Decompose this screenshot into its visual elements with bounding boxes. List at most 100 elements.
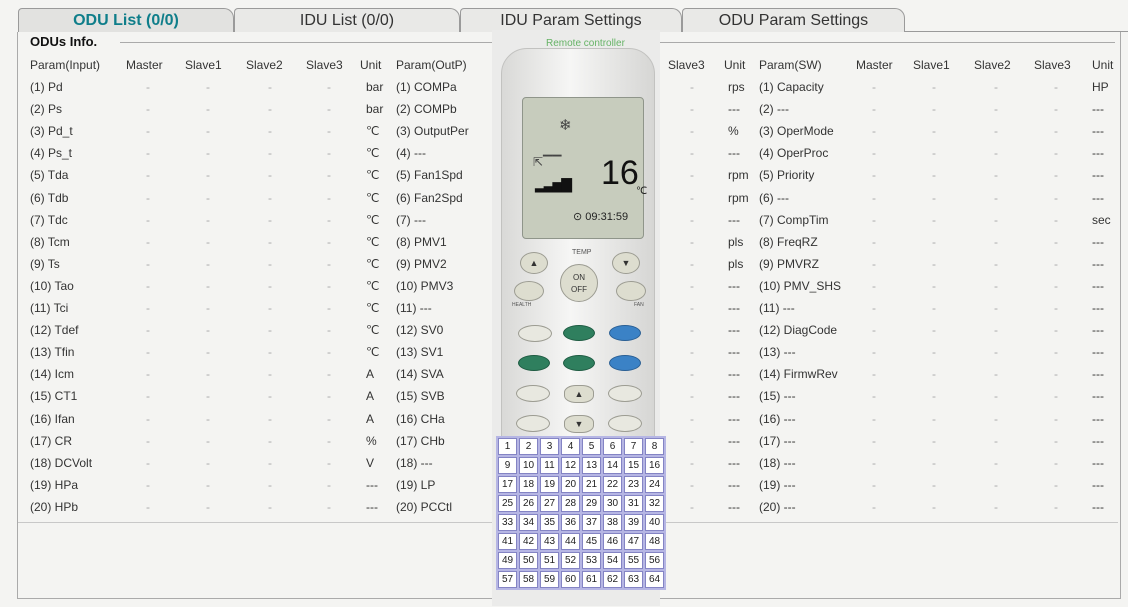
- remote-key-button[interactable]: 1: [498, 438, 517, 455]
- remote-key-button[interactable]: 52: [561, 552, 580, 569]
- remote-key-button[interactable]: 54: [603, 552, 622, 569]
- input-value: -: [268, 499, 272, 514]
- sleep-button[interactable]: [518, 355, 550, 371]
- remote-key-button[interactable]: 12: [561, 457, 580, 474]
- remote-key-button[interactable]: 25: [498, 495, 517, 512]
- remote-key-button[interactable]: 23: [624, 476, 643, 493]
- power-button[interactable]: ON OFF: [560, 264, 598, 302]
- remote-key-button[interactable]: 56: [645, 552, 664, 569]
- output-param-label: (15) SVB: [396, 389, 445, 404]
- remote-key-button[interactable]: 6: [603, 438, 622, 455]
- remote-key-button[interactable]: 53: [582, 552, 601, 569]
- remote-key-button[interactable]: 30: [603, 495, 622, 512]
- turbo-button[interactable]: [516, 415, 550, 432]
- remote-key-button[interactable]: 24: [645, 476, 664, 493]
- remote-key-button[interactable]: 49: [498, 552, 517, 569]
- remote-key-button[interactable]: 42: [519, 533, 538, 550]
- remote-key-button[interactable]: 13: [582, 457, 601, 474]
- remote-key-button[interactable]: 16: [645, 457, 664, 474]
- remote-key-button[interactable]: 38: [603, 514, 622, 531]
- remote-key-button[interactable]: 7: [624, 438, 643, 455]
- remote-key-button[interactable]: 61: [582, 571, 601, 588]
- sw-value: -: [994, 433, 998, 448]
- timer-on-button[interactable]: [609, 325, 641, 341]
- remote-key-button[interactable]: 58: [519, 571, 538, 588]
- remote-key-button[interactable]: 8: [645, 438, 664, 455]
- sw-unit: ---: [1092, 278, 1104, 293]
- remote-key-button[interactable]: 50: [519, 552, 538, 569]
- remote-key-button[interactable]: 34: [519, 514, 538, 531]
- temp-down-button[interactable]: ▼: [612, 252, 640, 274]
- remote-key-button[interactable]: 14: [603, 457, 622, 474]
- remote-key-button[interactable]: 9: [498, 457, 517, 474]
- remote-key-button[interactable]: 62: [603, 571, 622, 588]
- health-button[interactable]: [514, 281, 544, 301]
- remote-key-button[interactable]: 33: [498, 514, 517, 531]
- remote-key-button[interactable]: 59: [540, 571, 559, 588]
- column-header: Slave1: [913, 58, 950, 72]
- tab-bar: ODU List (0/0) IDU List (0/0) IDU Param …: [0, 0, 1128, 32]
- remote-key-button[interactable]: 29: [582, 495, 601, 512]
- remote-key-button[interactable]: 10: [519, 457, 538, 474]
- remote-key-button[interactable]: 19: [540, 476, 559, 493]
- mode-button[interactable]: [518, 325, 552, 342]
- remote-key-button[interactable]: 60: [561, 571, 580, 588]
- tab-idu-param-settings[interactable]: IDU Param Settings: [460, 8, 682, 32]
- remote-key-button[interactable]: 27: [540, 495, 559, 512]
- remote-key-button[interactable]: 37: [582, 514, 601, 531]
- remote-key-button[interactable]: 40: [645, 514, 664, 531]
- tab-odu-list[interactable]: ODU List (0/0): [18, 8, 234, 32]
- remote-key-button[interactable]: 64: [645, 571, 664, 588]
- remote-key-button[interactable]: 43: [540, 533, 559, 550]
- remote-key-button[interactable]: 57: [498, 571, 517, 588]
- remote-key-button[interactable]: 26: [519, 495, 538, 512]
- light-button[interactable]: [516, 385, 550, 402]
- tab-odu-param-settings[interactable]: ODU Param Settings: [682, 8, 905, 32]
- remote-key-button[interactable]: 2: [519, 438, 538, 455]
- fresh-button[interactable]: [563, 355, 595, 371]
- output-value: -: [690, 345, 694, 360]
- input-value: -: [327, 124, 331, 139]
- sw-value: -: [1054, 411, 1058, 426]
- remote-key-button[interactable]: 28: [561, 495, 580, 512]
- remote-key-button[interactable]: 18: [519, 476, 538, 493]
- swing-button[interactable]: [563, 325, 595, 341]
- remote-key-button[interactable]: 3: [540, 438, 559, 455]
- down-arrow-button[interactable]: ▼: [564, 415, 594, 433]
- temp-up-button[interactable]: ▲: [520, 252, 548, 274]
- remote-key-button[interactable]: 44: [561, 533, 580, 550]
- remote-key-button[interactable]: 31: [624, 495, 643, 512]
- remote-key-button[interactable]: 36: [561, 514, 580, 531]
- clock-button[interactable]: [608, 415, 642, 432]
- remote-key-button[interactable]: 46: [603, 533, 622, 550]
- remote-key-button[interactable]: 41: [498, 533, 517, 550]
- input-value: -: [268, 433, 272, 448]
- remote-key-button[interactable]: 20: [561, 476, 580, 493]
- remote-key-button[interactable]: 45: [582, 533, 601, 550]
- remote-key-button[interactable]: 5: [582, 438, 601, 455]
- remote-key-button[interactable]: 17: [498, 476, 517, 493]
- set-button[interactable]: [608, 385, 642, 402]
- input-param-label: (7) Tdc: [30, 212, 68, 227]
- remote-key-button[interactable]: 39: [624, 514, 643, 531]
- remote-key-button[interactable]: 32: [645, 495, 664, 512]
- input-param-label: (16) Ifan: [30, 411, 75, 426]
- output-param-label: (7) ---: [396, 212, 426, 227]
- input-param-label: (8) Tcm: [30, 234, 70, 249]
- remote-key-button[interactable]: 51: [540, 552, 559, 569]
- up-arrow-button[interactable]: ▲: [564, 385, 594, 403]
- remote-key-button[interactable]: 47: [624, 533, 643, 550]
- remote-key-button[interactable]: 21: [582, 476, 601, 493]
- input-unit: ℃: [366, 190, 380, 205]
- remote-key-button[interactable]: 63: [624, 571, 643, 588]
- remote-key-button[interactable]: 55: [624, 552, 643, 569]
- fan-button[interactable]: [616, 281, 646, 301]
- remote-key-button[interactable]: 11: [540, 457, 559, 474]
- tab-idu-list[interactable]: IDU List (0/0): [234, 8, 460, 32]
- remote-key-button[interactable]: 15: [624, 457, 643, 474]
- remote-key-button[interactable]: 35: [540, 514, 559, 531]
- remote-key-button[interactable]: 48: [645, 533, 664, 550]
- timer-off-button[interactable]: [609, 355, 641, 371]
- remote-key-button[interactable]: 22: [603, 476, 622, 493]
- remote-key-button[interactable]: 4: [561, 438, 580, 455]
